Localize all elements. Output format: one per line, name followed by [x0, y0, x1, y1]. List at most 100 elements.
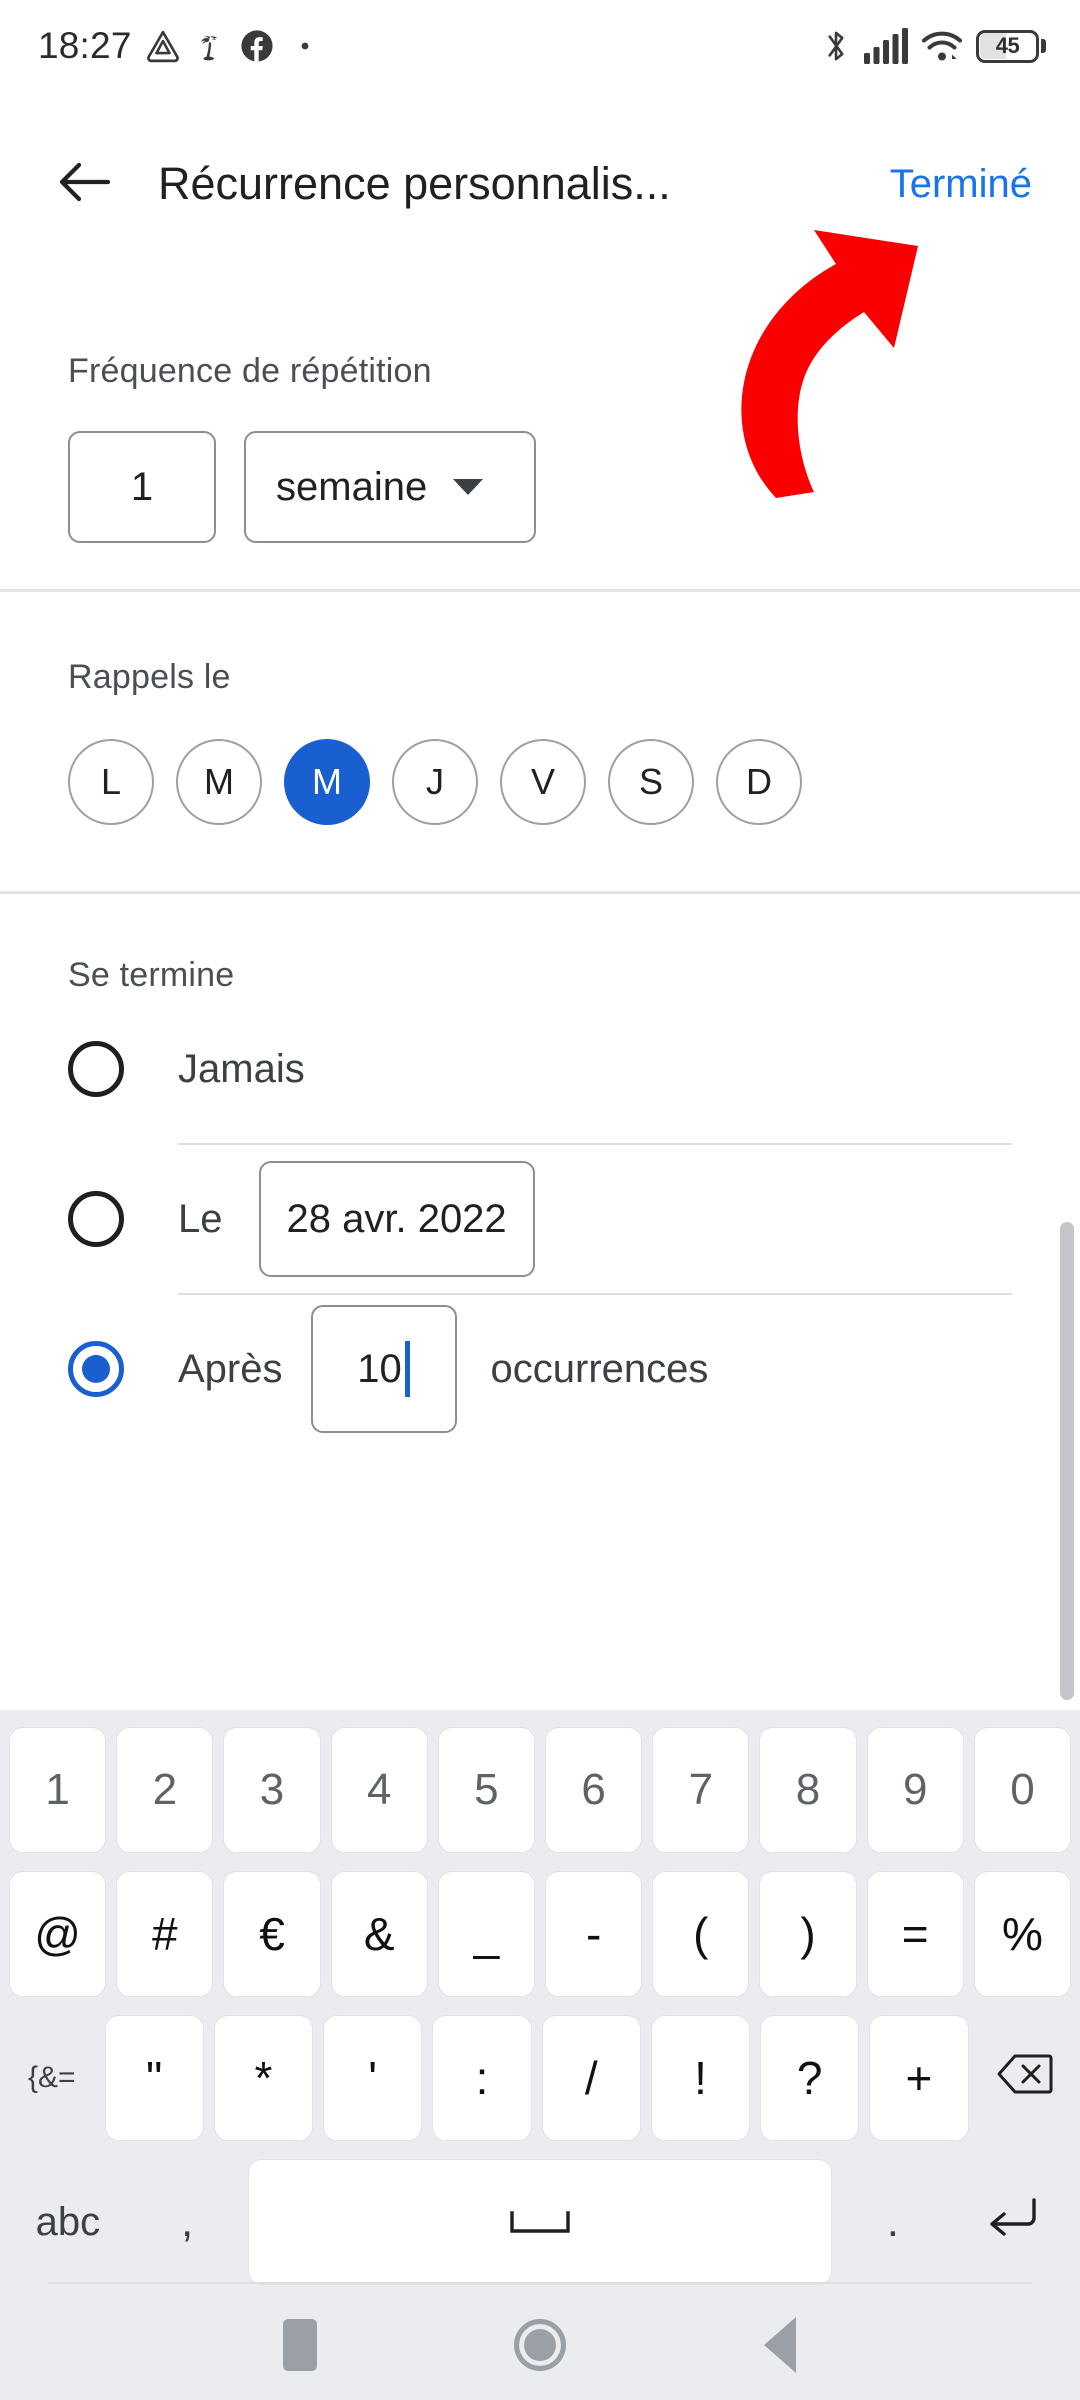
key-backspace[interactable]: [979, 2015, 1071, 2141]
keyboard-row-numbers: 1 2 3 4 5 6 7 8 9 0: [0, 1718, 1080, 1862]
frequency-controls: 1 semaine: [68, 431, 1012, 543]
key-ampersand[interactable]: &: [331, 1871, 428, 1997]
status-bar-left: 18:27: [38, 25, 310, 67]
ends-label: Se termine: [68, 956, 1012, 995]
ends-never-row[interactable]: Jamais: [68, 995, 1012, 1143]
phone-screen: 1 8: 2 7: [0, 0, 1080, 2400]
day-chip-d[interactable]: D: [716, 739, 802, 825]
keyboard-row-bottom: abc , .: [0, 2150, 1080, 2294]
status-bar-right: 45: [821, 27, 1046, 65]
frequency-count-input[interactable]: 1: [68, 431, 216, 543]
day-chip-l[interactable]: L: [68, 739, 154, 825]
keyboard-bottom-line: [48, 2282, 1032, 2284]
key-8[interactable]: 8: [759, 1727, 856, 1853]
day-selector: L M M J V S D: [68, 739, 1012, 825]
radio-after-count[interactable]: [68, 1341, 124, 1397]
enter-icon: [984, 2194, 1040, 2251]
wifi-icon: [921, 29, 963, 63]
arrow-left-icon: [57, 159, 111, 210]
keyboard-row-symbols-2: {&= " * ' : / ! ? +: [0, 2006, 1080, 2150]
occurrences-input[interactable]: 10: [311, 1305, 457, 1433]
key-abc-switch[interactable]: abc: [9, 2159, 127, 2285]
day-chip-m2[interactable]: M: [284, 739, 370, 825]
key-colon[interactable]: :: [432, 2015, 531, 2141]
battery-level-text: 45: [996, 33, 1019, 59]
page-title: Récurrence personnalis...: [158, 158, 671, 210]
ends-section: Se termine Jamais Le 28 avr. 2022 Après …: [0, 894, 1080, 1443]
key-3[interactable]: 3: [223, 1727, 320, 1853]
frequency-unit-dropdown[interactable]: semaine: [244, 431, 536, 543]
back-nav-button[interactable]: [725, 2290, 835, 2400]
key-euro[interactable]: €: [223, 1871, 320, 1997]
key-0[interactable]: 0: [974, 1727, 1071, 1853]
circle-home-icon: [514, 2319, 566, 2371]
key-enter[interactable]: [953, 2159, 1071, 2285]
key-percent[interactable]: %: [974, 1871, 1071, 1997]
triangle-badge-icon: [146, 29, 180, 63]
radio-never[interactable]: [68, 1041, 124, 1097]
cellular-signal-icon: [864, 28, 908, 64]
key-quote-single[interactable]: ': [323, 2015, 422, 2141]
day-chip-s[interactable]: S: [608, 739, 694, 825]
key-period[interactable]: .: [842, 2159, 943, 2285]
key-4[interactable]: 4: [331, 1727, 428, 1853]
days-section: Rappels le L M M J V S D: [0, 592, 1080, 891]
ends-after-row[interactable]: Après 10 occurrences: [68, 1295, 1012, 1443]
key-question[interactable]: ?: [760, 2015, 859, 2141]
home-button[interactable]: [485, 2290, 595, 2400]
key-paren-open[interactable]: (: [652, 1871, 749, 1997]
day-chip-v[interactable]: V: [500, 739, 586, 825]
day-chip-m1[interactable]: M: [176, 739, 262, 825]
vertical-scrollbar[interactable]: [1060, 1222, 1074, 1700]
frequency-section: Fréquence de répétition 1 semaine: [0, 248, 1080, 589]
key-comma[interactable]: ,: [137, 2159, 238, 2285]
key-6[interactable]: 6: [545, 1727, 642, 1853]
ends-on-row[interactable]: Le 28 avr. 2022: [68, 1145, 1012, 1293]
end-date-field[interactable]: 28 avr. 2022: [259, 1161, 535, 1277]
key-exclamation[interactable]: !: [651, 2015, 750, 2141]
key-hash[interactable]: #: [116, 1871, 213, 1997]
key-quote-double[interactable]: ": [105, 2015, 204, 2141]
key-underscore[interactable]: _: [438, 1871, 535, 1997]
key-plus[interactable]: +: [869, 2015, 968, 2141]
ends-never-label: Jamais: [178, 1047, 305, 1092]
space-bar-icon: [509, 2198, 571, 2246]
palm-tree-icon: [194, 29, 226, 63]
days-label: Rappels le: [68, 658, 1012, 697]
key-asterisk[interactable]: *: [214, 2015, 313, 2141]
key-7[interactable]: 7: [652, 1727, 749, 1853]
day-chip-j[interactable]: J: [392, 739, 478, 825]
ends-after-label: Après: [178, 1347, 283, 1392]
backspace-icon: [997, 2053, 1053, 2104]
key-1[interactable]: 1: [9, 1727, 106, 1853]
settings-content: Fréquence de répétition 1 semaine Rappel…: [0, 248, 1080, 1443]
ends-on-label: Le: [178, 1197, 223, 1242]
recents-button[interactable]: [245, 2290, 355, 2400]
back-button[interactable]: [28, 128, 140, 240]
done-button[interactable]: Terminé: [884, 150, 1038, 219]
frequency-unit-label: semaine: [276, 465, 427, 510]
key-symbol-switch[interactable]: {&=: [9, 2015, 95, 2141]
key-at[interactable]: @: [9, 1871, 106, 1997]
occurrences-value: 10: [357, 1347, 402, 1392]
triangle-back-icon: [764, 2317, 796, 2373]
occurrences-suffix: occurrences: [491, 1347, 709, 1392]
square-recents-icon: [283, 2319, 317, 2371]
key-equals[interactable]: =: [867, 1871, 964, 1997]
key-2[interactable]: 2: [116, 1727, 213, 1853]
key-paren-close[interactable]: ): [759, 1871, 856, 1997]
key-9[interactable]: 9: [867, 1727, 964, 1853]
facebook-icon: [240, 29, 274, 63]
dot-icon: [300, 41, 310, 51]
text-cursor: [405, 1341, 410, 1397]
key-hyphen[interactable]: -: [545, 1871, 642, 1997]
battery-indicator: 45: [976, 30, 1046, 63]
bluetooth-icon: [821, 27, 851, 65]
key-5[interactable]: 5: [438, 1727, 535, 1853]
app-bar: Récurrence personnalis... Terminé: [0, 120, 1080, 248]
key-slash[interactable]: /: [542, 2015, 641, 2141]
radio-on-date[interactable]: [68, 1191, 124, 1247]
status-bar: 18:27: [0, 0, 1080, 92]
frequency-label: Fréquence de répétition: [68, 352, 1012, 391]
key-space[interactable]: [248, 2159, 833, 2285]
